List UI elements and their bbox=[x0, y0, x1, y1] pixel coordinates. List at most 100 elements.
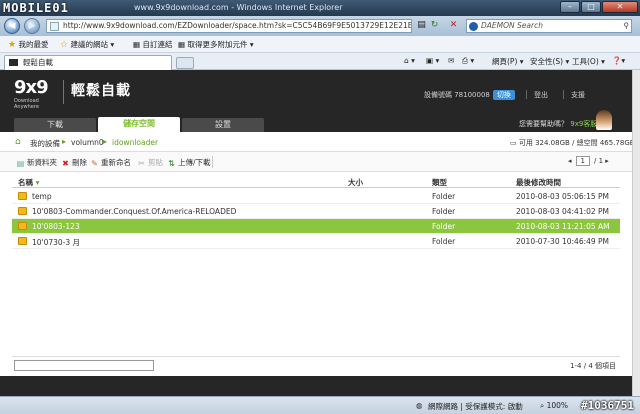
breadcrumb-arrow-icon: ▸ bbox=[103, 137, 108, 146]
brand-divider bbox=[63, 80, 64, 104]
column-modified[interactable]: 最後修改時間 bbox=[516, 177, 561, 188]
maximize-button[interactable]: □ bbox=[581, 1, 601, 13]
sort-arrow-icon: ▾ bbox=[35, 178, 40, 187]
search-input[interactable]: DAEMON Search ⚲ bbox=[466, 19, 632, 33]
tools-menu[interactable]: 工具(O) ▾ bbox=[572, 56, 605, 67]
title-bar: MOBILE01 www.9x9download.com - Windows I… bbox=[0, 0, 640, 16]
header-divider bbox=[563, 90, 564, 99]
custom-links-link[interactable]: ▦ 自訂連結 bbox=[133, 39, 172, 50]
suggested-sites-link[interactable]: ☆ 建議的網站 ▾ bbox=[60, 39, 114, 50]
logout-link[interactable]: 登出 bbox=[534, 90, 548, 100]
device-label: 設備號碼 78100008 bbox=[424, 91, 490, 99]
breadcrumb-volume[interactable]: volumn0 bbox=[71, 138, 104, 147]
cut-button[interactable]: ✂ 剪貼 bbox=[137, 157, 163, 168]
addons-link[interactable]: ▦ 取得更多附加元件 ▾ bbox=[178, 39, 254, 50]
row-name[interactable]: 10'0730-3 月 bbox=[32, 237, 80, 248]
page-footer-bar bbox=[0, 376, 632, 396]
pager: ◂ 1 / 1 ▸ bbox=[568, 156, 609, 166]
folder-icon bbox=[18, 207, 27, 215]
support-link[interactable]: 支援 bbox=[571, 90, 585, 100]
file-toolbar: ▤ 新資料夾 ✖ 刪除 ✎ 重新命名 ✂ 剪貼 ⇅ 上傳/下載 ◂ 1 / 1 ▸ bbox=[0, 152, 632, 172]
feeds-icon[interactable]: ▣ ▾ bbox=[426, 56, 439, 65]
rename-icon: ✎ bbox=[91, 159, 98, 168]
column-name[interactable]: 名稱 ▾ bbox=[18, 177, 39, 188]
globe-icon: ◍ bbox=[416, 401, 423, 410]
rename-button[interactable]: ✎ 重新命名 bbox=[90, 157, 131, 168]
minimize-button[interactable]: – bbox=[560, 1, 580, 13]
page-menu[interactable]: 網頁(P) ▾ bbox=[492, 56, 524, 67]
table-row[interactable]: temp Folder 2010-08-03 05:06:15 PM bbox=[12, 189, 620, 204]
brand-logo: 9x9 Download Anywhere bbox=[14, 77, 49, 111]
favorites-bar: ★ 我的最愛 ☆ 建議的網站 ▾ ▦ 自訂連結 ▦ 取得更多附加元件 ▾ bbox=[0, 36, 640, 53]
address-bar[interactable]: http://www.9x9download.com/EZDownloader/… bbox=[46, 19, 412, 33]
next-page-icon[interactable]: ▸ bbox=[605, 157, 609, 165]
filter-input[interactable] bbox=[14, 360, 154, 371]
row-name[interactable]: 10'0803-123 bbox=[32, 222, 80, 231]
customer-service-link[interactable]: 9x9客服 bbox=[570, 120, 597, 128]
tab-settings[interactable]: 設置 bbox=[182, 118, 264, 132]
print-icon[interactable]: ⎙ ▾ bbox=[462, 56, 474, 66]
home-icon[interactable]: ⌂ ▾ bbox=[404, 56, 415, 65]
help-prompt: 您需要幫助嗎？ 9x9客服 bbox=[519, 120, 598, 128]
window-controls: – □ ✕ bbox=[560, 1, 638, 13]
post-watermark: #1036751 bbox=[581, 399, 634, 412]
link-icon: ▦ bbox=[133, 40, 141, 49]
browser-window: MOBILE01 www.9x9download.com - Windows I… bbox=[0, 0, 640, 414]
favorites-button[interactable]: ★ 我的最愛 bbox=[8, 39, 48, 50]
page-total: / 1 bbox=[593, 157, 604, 165]
add-favorite-icon: ☆ bbox=[60, 40, 69, 50]
refresh-icon[interactable]: ↻ bbox=[429, 20, 440, 31]
search-icon[interactable]: ⚲ bbox=[624, 20, 630, 32]
vertical-scrollbar[interactable] bbox=[632, 70, 640, 396]
star-icon: ★ bbox=[8, 40, 17, 50]
row-name[interactable]: 10'0803-Commander.Conquest.Of.America-RE… bbox=[32, 207, 236, 216]
zoom-level[interactable]: ⌕ 100% bbox=[540, 401, 568, 411]
transfer-icon: ⇅ bbox=[168, 159, 175, 168]
status-bar: ◍ 網際網路 | 受保護模式: 啟動 ⌕ 100% #1036751 bbox=[0, 396, 640, 414]
row-name[interactable]: temp bbox=[32, 192, 52, 201]
site-favicon bbox=[9, 59, 18, 66]
column-type[interactable]: 類型 bbox=[432, 177, 447, 188]
folder-icon bbox=[18, 192, 27, 200]
help-icon[interactable]: ❓▾ bbox=[612, 56, 625, 65]
table-row[interactable]: 10'0803-Commander.Conquest.Of.America-RE… bbox=[12, 204, 620, 219]
row-modified: 2010-08-03 04:41:02 PM bbox=[516, 207, 610, 216]
row-type: Folder bbox=[432, 192, 456, 201]
disk-icon: ▭ bbox=[510, 139, 517, 147]
back-button[interactable]: ◀ bbox=[4, 18, 20, 34]
table-row[interactable]: 10'0730-3 月 Folder 2010-07-30 10:46:49 P… bbox=[12, 234, 620, 249]
forward-button[interactable]: ▶ bbox=[24, 18, 40, 34]
table-row-selected[interactable]: 10'0803-123 Folder 2010-08-03 11:21:05 A… bbox=[12, 219, 620, 234]
page-icon bbox=[50, 22, 59, 31]
toolbar-divider bbox=[212, 156, 213, 168]
table-header: 名稱 ▾ 大小 類型 最後修改時間 bbox=[12, 174, 620, 188]
web-page: 9x9 Download Anywhere 輕鬆自載 設備號碼 78100008… bbox=[0, 70, 635, 396]
delete-button[interactable]: ✖ 刪除 bbox=[61, 157, 87, 168]
safety-menu[interactable]: 安全性(S) ▾ bbox=[530, 56, 569, 67]
item-count: 1-4 / 4 個項目 bbox=[570, 362, 616, 370]
security-zone: 網際網路 | 受保護模式: 啟動 bbox=[428, 402, 523, 411]
table-footer: 1-4 / 4 個項目 bbox=[12, 356, 620, 372]
column-size[interactable]: 大小 bbox=[348, 177, 363, 188]
addon-icon: ▦ bbox=[178, 40, 186, 49]
upload-download-button[interactable]: ⇅ 上傳/下載 bbox=[167, 157, 210, 168]
read-mail-icon[interactable]: ✉ bbox=[448, 56, 454, 65]
home-tree-icon: ⌂ bbox=[15, 137, 21, 147]
support-avatar bbox=[596, 110, 612, 130]
ie-tab-row: 輕鬆自載 ⌂ ▾ ▣ ▾ ✉ ⎙ ▾ 網頁(P) ▾ 安全性(S) ▾ 工具(O… bbox=[0, 53, 640, 70]
stop-icon[interactable]: ✕ bbox=[448, 20, 459, 31]
url-text: http://www.9x9download.com/EZDownloader/… bbox=[63, 21, 411, 30]
tab-download[interactable]: 下載 bbox=[14, 118, 96, 132]
page-input[interactable]: 1 bbox=[575, 156, 590, 166]
ie-tab[interactable]: 輕鬆自載 bbox=[4, 55, 172, 70]
new-tab-button[interactable] bbox=[176, 57, 194, 69]
prev-page-icon[interactable]: ◂ bbox=[568, 157, 572, 165]
folder-icon bbox=[18, 222, 27, 230]
new-folder-button[interactable]: ▤ 新資料夾 bbox=[16, 157, 57, 168]
breadcrumb-devices[interactable]: 我的設備 bbox=[30, 138, 60, 149]
switch-device-button[interactable]: 切換 bbox=[492, 90, 515, 100]
tab-storage[interactable]: 儲存空間 bbox=[98, 117, 180, 132]
close-button[interactable]: ✕ bbox=[602, 1, 638, 13]
compatibility-icon[interactable]: ▤ bbox=[416, 20, 427, 31]
mobile01-watermark: MOBILE01 bbox=[3, 1, 69, 15]
